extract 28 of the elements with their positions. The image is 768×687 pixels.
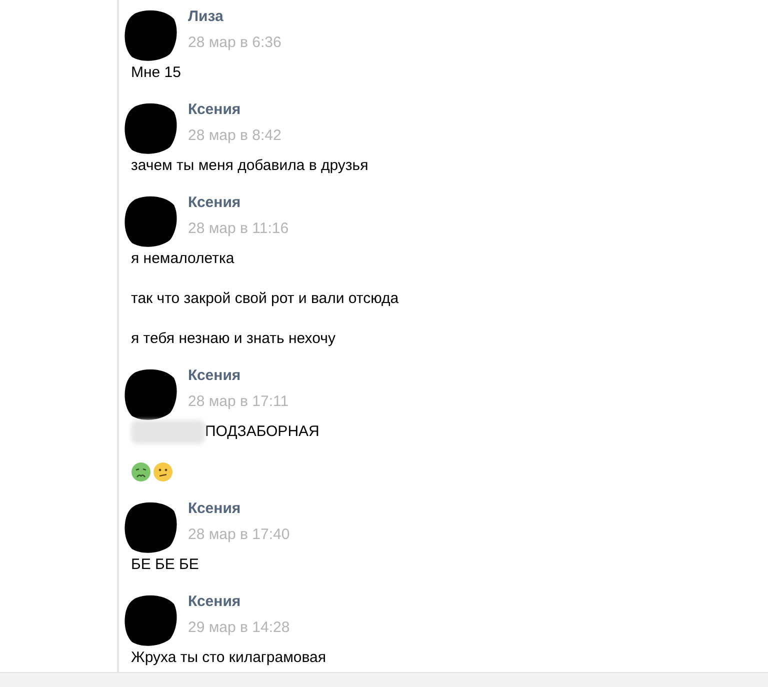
message-text: так что закрой свой рот и вали отсюда xyxy=(131,288,399,309)
message-text: ПОДЗАБОРНАЯ xyxy=(205,422,320,442)
nauseated-face-icon xyxy=(131,462,151,482)
message-text: Мне 15 xyxy=(131,62,181,83)
author-name[interactable]: Ксения xyxy=(188,590,290,614)
message-text: Жруха ты сто килаграмовая xyxy=(131,648,326,668)
message-time: 28 мар в 17:40 xyxy=(188,525,290,545)
message-time: 28 мар в 8:42 xyxy=(188,126,282,146)
author-name[interactable]: Ксения xyxy=(188,191,289,215)
message-text: БЕ БЕ БЕ xyxy=(131,554,199,575)
message-time: 29 мар в 14:28 xyxy=(188,618,290,638)
message-time: 28 мар в 6:36 xyxy=(188,33,282,53)
author-name[interactable]: Лиза xyxy=(188,5,282,29)
author-name[interactable]: Ксения xyxy=(188,364,289,388)
confused-face-icon xyxy=(153,462,173,482)
message-text: зачем ты меня добавила в друзья xyxy=(131,156,368,176)
redacted-avatar xyxy=(122,594,178,648)
message-text: я тебя незнаю и знать нехочу xyxy=(131,328,336,349)
author-name[interactable]: Ксения xyxy=(188,98,282,122)
redacted-avatar xyxy=(122,501,178,555)
message-time: 28 мар в 17:11 xyxy=(188,392,289,412)
redacted-avatar xyxy=(122,102,178,156)
redacted-avatar xyxy=(122,368,178,422)
redacted-avatar xyxy=(122,9,178,63)
redacted-avatar xyxy=(122,195,178,249)
message-time: 28 мар в 11:16 xyxy=(188,219,289,239)
message-text: я немалолетка xyxy=(131,248,234,269)
author-name[interactable]: Ксения xyxy=(188,497,290,521)
